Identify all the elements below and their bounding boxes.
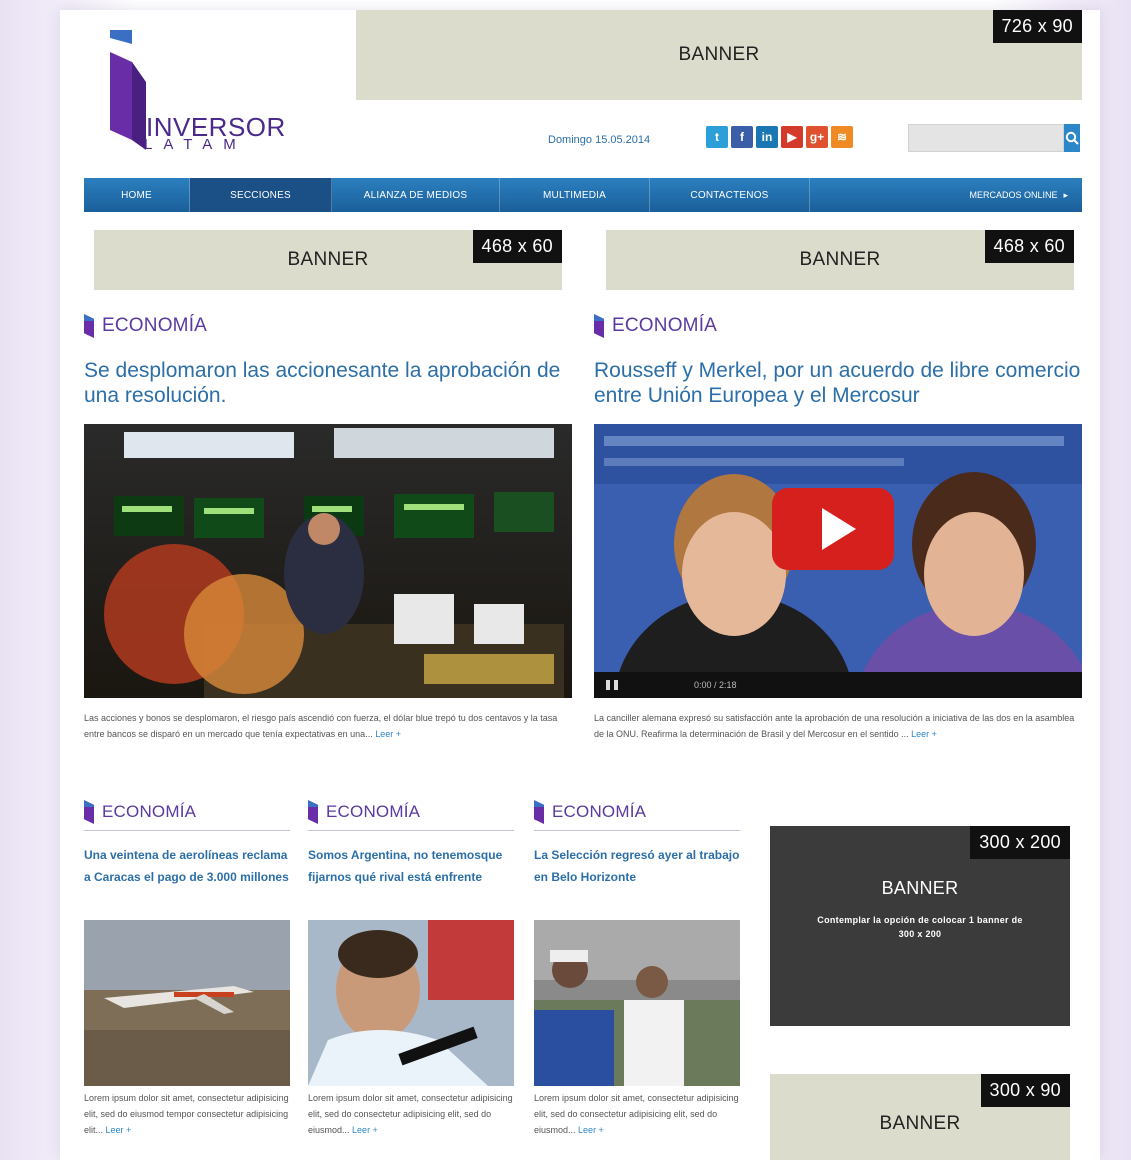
section-label[interactable]: ECONOMÍA <box>84 314 207 338</box>
story-image[interactable] <box>84 424 572 698</box>
story-image[interactable] <box>534 920 740 1086</box>
story-excerpt: Lorem ipsum dolor sit amet, consectetur … <box>84 1090 294 1138</box>
banner-label: BANNER <box>799 249 881 270</box>
banner-label: BANNER <box>678 44 760 65</box>
search-button[interactable] <box>1064 124 1080 152</box>
section-icon <box>84 314 94 338</box>
read-more-link[interactable]: Leer + <box>375 729 401 739</box>
section-label[interactable]: ECONOMÍA <box>84 800 290 831</box>
current-date: Domingo 15.05.2014 <box>548 134 651 146</box>
story-excerpt-text: Lorem ipsum dolor sit amet, consectetur … <box>308 1093 513 1135</box>
banner-label: BANNER <box>287 249 369 270</box>
story-headline[interactable]: Se desplomaron las accionesante la aprob… <box>84 358 572 408</box>
chevron-right-icon: ▸ <box>1063 189 1068 200</box>
section-label-text: ECONOMÍA <box>326 802 421 821</box>
story-excerpt-text: Lorem ipsum dolor sit amet, consectetur … <box>534 1093 739 1135</box>
nav-item-multimedia[interactable]: MULTIMEDIA <box>500 178 650 212</box>
section-icon <box>84 800 94 824</box>
banner-label: BANNER <box>879 1113 961 1134</box>
story-headline[interactable]: Una veintena de aerolíneas reclama a Car… <box>84 844 294 888</box>
top-banner[interactable]: BANNER 726 x 90 <box>356 10 1082 100</box>
banner-note: Contemplar la opción de colocar 1 banner… <box>817 915 1023 939</box>
nav-item-alianza[interactable]: ALIANZA DE MEDIOS <box>332 178 500 212</box>
nav-item-contactenos[interactable]: CONTACTENOS <box>650 178 810 212</box>
read-more-link[interactable]: Leer + <box>911 729 937 739</box>
banner-size: 300 x 90 <box>980 1074 1070 1107</box>
banner-label: BANNER <box>881 878 959 898</box>
googleplus-icon[interactable]: g+ <box>806 126 828 148</box>
section-icon <box>308 800 318 824</box>
section-label[interactable]: ECONOMÍA <box>594 314 717 338</box>
social-links: t f in ▶ g+ ≋ <box>706 126 853 148</box>
linkedin-icon[interactable]: in <box>756 126 778 148</box>
story-excerpt: Lorem ipsum dolor sit amet, consectetur … <box>308 1090 518 1138</box>
section-icon <box>594 314 604 338</box>
section-label[interactable]: ECONOMÍA <box>308 800 514 831</box>
search-box <box>908 124 1080 152</box>
nav-mercados[interactable]: MERCADOS ONLINE ▸ <box>969 178 1082 212</box>
story-excerpt: Las acciones y bonos se desplomaron, el … <box>84 710 572 742</box>
read-more-link[interactable]: Leer + <box>106 1125 132 1135</box>
section-label-text: ECONOMÍA <box>552 802 647 821</box>
story-image[interactable] <box>84 920 290 1086</box>
story-headline[interactable]: Somos Argentina, no tenemosque fijarnos … <box>308 844 518 888</box>
banner-size: 726 x 90 <box>992 10 1082 43</box>
story-headline[interactable]: Rousseff y Merkel, por un acuerdo de lib… <box>594 358 1082 408</box>
story-headline[interactable]: La Selección regresó ayer al trabajo en … <box>534 844 744 888</box>
read-more-link[interactable]: Leer + <box>352 1125 378 1135</box>
search-icon <box>1065 131 1079 145</box>
page: INVERSOR LATAM BANNER 726 x 90 Domingo 1… <box>60 10 1100 1160</box>
banner-size: 468 x 60 <box>984 230 1074 263</box>
search-input[interactable] <box>908 124 1064 152</box>
story-excerpt-text: Las acciones y bonos se desplomaron, el … <box>84 713 558 739</box>
video-time: 0:00 / 2:18 <box>694 680 737 690</box>
story-excerpt: Lorem ipsum dolor sit amet, consectetur … <box>534 1090 744 1138</box>
nav-mercados-label: MERCADOS ONLINE <box>969 190 1058 200</box>
section-label-text: ECONOMÍA <box>102 315 208 336</box>
nav-item-home[interactable]: HOME <box>84 178 190 212</box>
nav-item-secciones[interactable]: SECCIONES <box>190 178 332 212</box>
rss-icon[interactable]: ≋ <box>831 126 853 148</box>
video-player[interactable]: 0:00 / 2:18 <box>594 424 1082 698</box>
story-excerpt: La canciller alemana expresó su satisfac… <box>594 710 1082 742</box>
side-banner-small[interactable]: BANNER 300 x 90 <box>770 1074 1070 1160</box>
section-label[interactable]: ECONOMÍA <box>534 800 740 831</box>
banner-size: 300 x 200 <box>970 826 1070 859</box>
story-excerpt-text: La canciller alemana expresó su satisfac… <box>594 713 1075 739</box>
facebook-icon[interactable]: f <box>731 126 753 148</box>
section-icon <box>534 800 544 824</box>
logo-subtitle: LATAM <box>144 136 247 153</box>
ad-banner-right[interactable]: BANNER 468 x 60 <box>606 230 1074 290</box>
section-label-text: ECONOMÍA <box>102 802 197 821</box>
twitter-icon[interactable]: t <box>706 126 728 148</box>
side-banner-large[interactable]: 300 x 200 BANNER Contemplar la opción de… <box>770 826 1070 1026</box>
read-more-link[interactable]: Leer + <box>578 1125 604 1135</box>
youtube-icon[interactable]: ▶ <box>781 126 803 148</box>
story-image[interactable] <box>308 920 514 1086</box>
banner-size: 468 x 60 <box>472 230 562 263</box>
main-nav: HOME SECCIONES ALIANZA DE MEDIOS MULTIME… <box>84 178 1082 212</box>
section-label-text: ECONOMÍA <box>612 315 718 336</box>
ad-banner-left[interactable]: BANNER 468 x 60 <box>94 230 562 290</box>
